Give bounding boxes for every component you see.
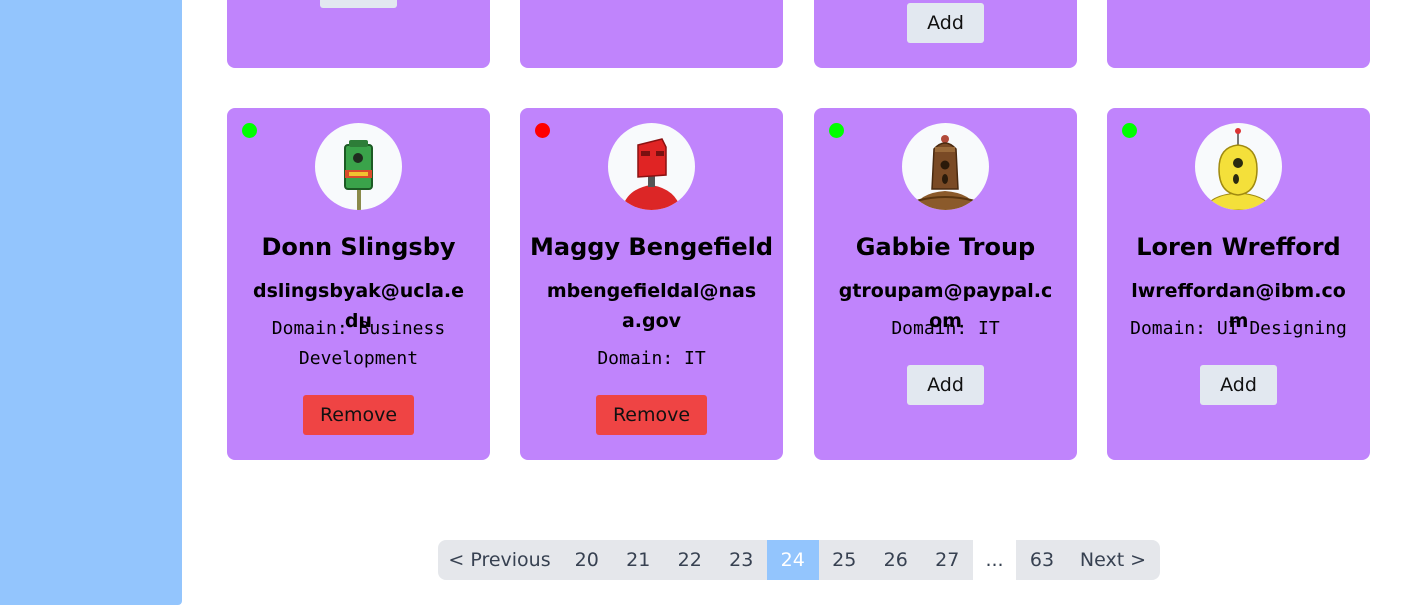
page-button-last[interactable]: 63: [1016, 540, 1068, 580]
page-button-25[interactable]: 25: [819, 540, 871, 580]
add-button[interactable]: Add: [907, 365, 984, 405]
user-name: Loren Wrefford: [1136, 233, 1341, 261]
user-card-partial: Add: [814, 0, 1077, 68]
page-button-27[interactable]: 27: [922, 540, 974, 580]
user-card: Maggy Bengefield mbengefieldal@nasa.gov …: [520, 108, 783, 460]
page-button-21[interactable]: 21: [613, 540, 665, 580]
user-domain-continued: Development: [298, 348, 419, 369]
robot-avatar-icon: [608, 123, 695, 210]
user-name: Donn Slingsby: [261, 233, 456, 261]
robot-avatar-icon: [315, 123, 402, 210]
user-name: Gabbie Troup: [855, 233, 1036, 261]
card-button-partial[interactable]: [320, 0, 397, 8]
previous-page-button[interactable]: < Previous: [438, 540, 561, 580]
pagination: < Previous 20 21 22 23 24 25 26 27 ... 6…: [438, 540, 1160, 580]
online-status-dot: [242, 123, 257, 138]
next-page-button[interactable]: Next >: [1068, 540, 1158, 580]
robot-avatar-icon: [1195, 123, 1282, 210]
user-domain: Domain: UI Designing: [1130, 318, 1347, 339]
page-button-23[interactable]: 23: [716, 540, 768, 580]
offline-status-dot: [535, 123, 550, 138]
user-card: Donn Slingsby dslingsbyak@ucla.edu Domai…: [227, 108, 490, 460]
page-button-current[interactable]: 24: [767, 540, 819, 580]
user-domain: Domain: Business: [271, 318, 446, 339]
online-status-dot: [829, 123, 844, 138]
sidebar: [0, 0, 182, 605]
robot-avatar-icon: [902, 123, 989, 210]
user-card-partial: [1107, 0, 1370, 68]
user-domain: Domain: IT: [597, 348, 706, 369]
user-card-partial: [227, 0, 490, 68]
user-domain: Domain: IT: [891, 318, 1000, 339]
page-button-20[interactable]: 20: [561, 540, 613, 580]
remove-button[interactable]: Remove: [596, 395, 707, 435]
page-button-22[interactable]: 22: [664, 540, 716, 580]
user-email: mbengefieldal@nasa.gov: [546, 280, 757, 332]
user-card: Loren Wrefford lwreffordan@ibm.com Domai…: [1107, 108, 1370, 460]
user-name: Maggy Bengefield: [529, 233, 774, 261]
pagination-ellipsis: ...: [973, 540, 1016, 580]
add-button[interactable]: Add: [1200, 365, 1277, 405]
page-button-26[interactable]: 26: [870, 540, 922, 580]
user-card-partial: [520, 0, 783, 68]
online-status-dot: [1122, 123, 1137, 138]
add-button[interactable]: Add: [907, 3, 984, 43]
user-card: Gabbie Troup gtroupam@paypal.com Domain:…: [814, 108, 1077, 460]
remove-button[interactable]: Remove: [303, 395, 414, 435]
